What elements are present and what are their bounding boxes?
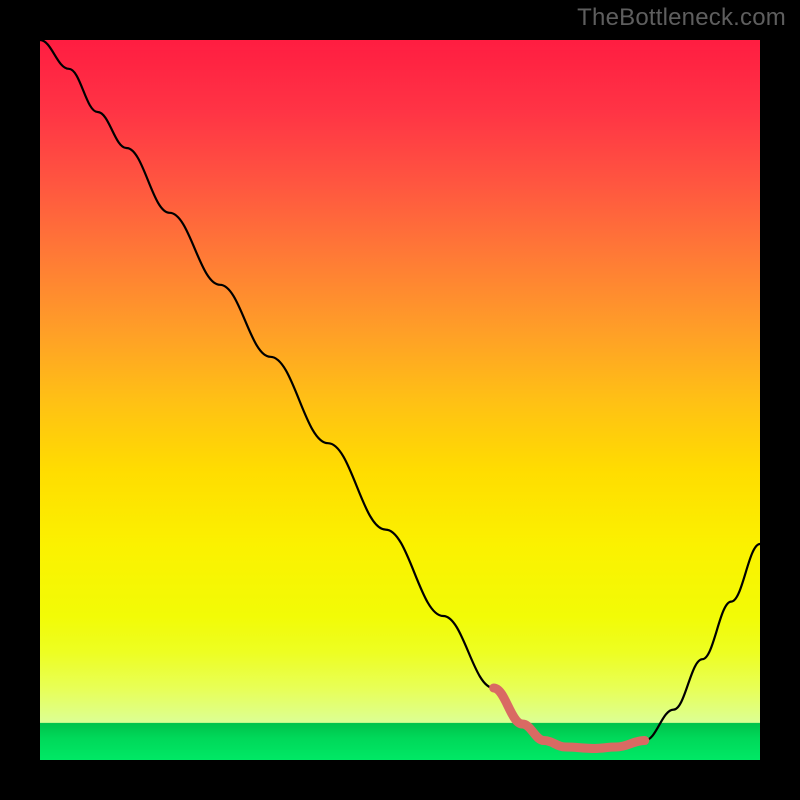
bottleneck-curve xyxy=(40,40,760,748)
curve-layer xyxy=(40,40,760,760)
watermark-text: TheBottleneck.com xyxy=(577,4,786,32)
plot-frame xyxy=(40,40,760,760)
highlight-segment xyxy=(494,688,645,748)
